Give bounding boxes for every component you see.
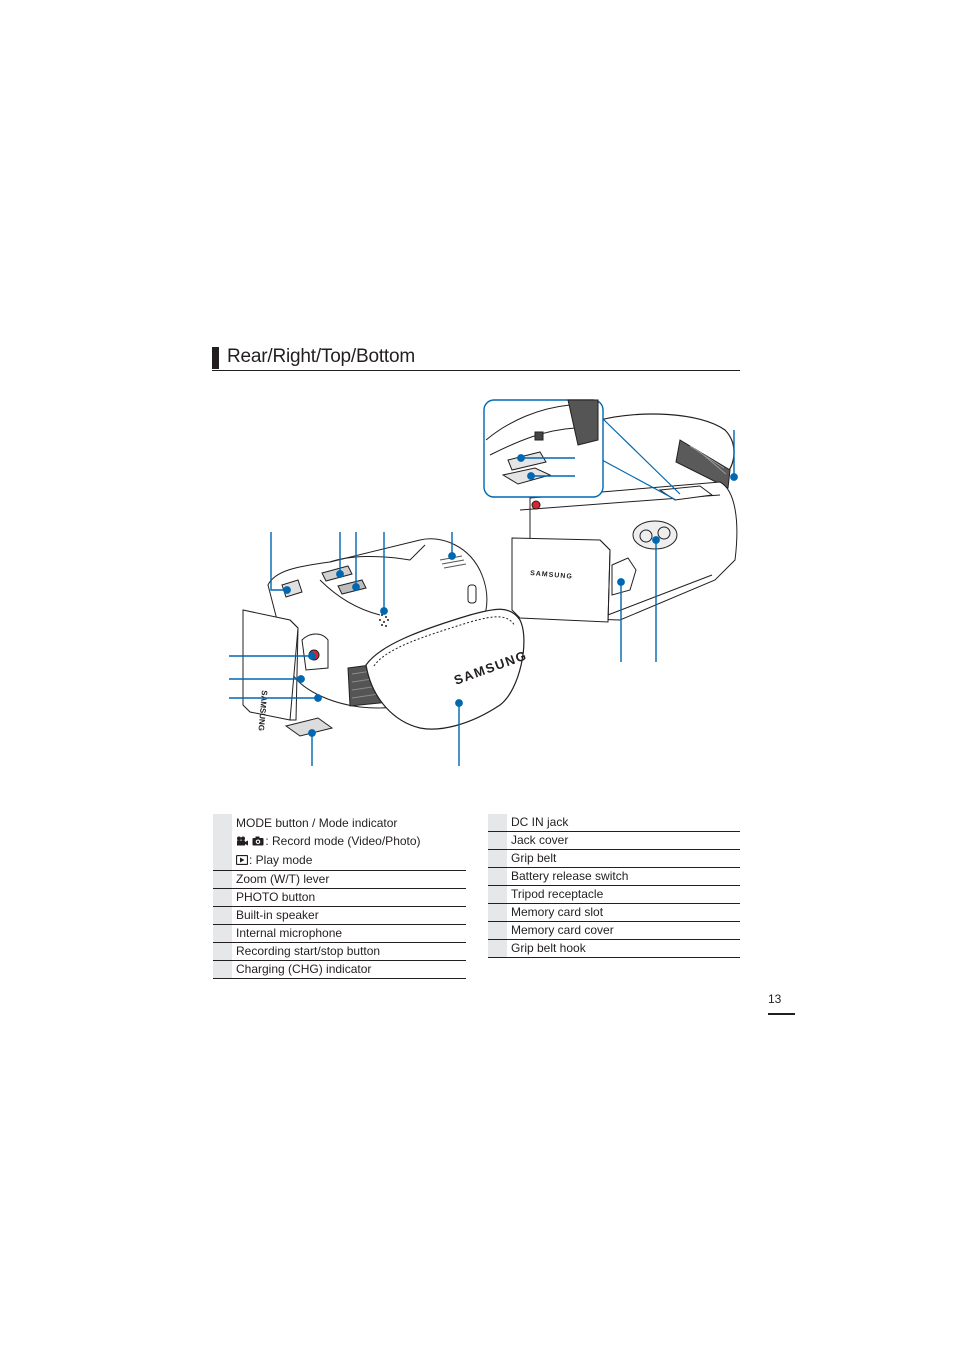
row-number	[213, 906, 232, 925]
row-label: Recording start/stop button	[236, 944, 381, 958]
table-row: PHOTO button	[213, 888, 466, 907]
table-row: Tripod receptacle	[488, 885, 740, 904]
row-number-blank	[213, 832, 232, 851]
row-number	[213, 888, 232, 907]
row-number	[488, 831, 507, 850]
inset-memory-card-detail	[483, 399, 681, 501]
table-row: Memory card cover	[488, 921, 740, 940]
row-label: Internal microphone	[236, 926, 343, 940]
page-number-rule	[768, 1013, 795, 1015]
right-battery-pack	[511, 537, 611, 623]
callout-jack-cover	[308, 729, 316, 766]
parts-table-left: MODE button / Mode indicator : Record mo…	[213, 814, 466, 979]
photo-camera-icon	[252, 833, 264, 851]
record-mode-text: : Record mode (Video/Photo)	[265, 834, 421, 848]
table-row: Battery release switch	[488, 867, 740, 886]
row-label: Charging (CHG) indicator	[236, 962, 372, 976]
table-row: Memory card slot	[488, 903, 740, 922]
video-camera-icon	[236, 833, 248, 851]
left-battery-pack	[242, 609, 299, 721]
page-number: 13	[768, 992, 782, 1006]
row-number	[488, 921, 507, 940]
table-row: MODE button / Mode indicator	[213, 814, 466, 832]
row-number	[213, 870, 232, 889]
row-label: Jack cover	[511, 833, 569, 847]
table-row: Internal microphone	[213, 924, 466, 943]
table-row: Built-in speaker	[213, 906, 466, 925]
row-number	[488, 849, 507, 868]
row-label: Built-in speaker	[236, 908, 319, 922]
row-label: MODE button / Mode indicator	[236, 816, 398, 830]
table-row-subline: : Record mode (Video/Photo)	[213, 832, 466, 851]
table-row: Zoom (W/T) lever	[213, 870, 466, 889]
row-number	[213, 960, 232, 979]
row-number	[488, 814, 507, 832]
row-number	[213, 942, 232, 961]
row-number	[213, 814, 232, 832]
table-row-subline: : Play mode	[213, 851, 466, 871]
row-number	[488, 903, 507, 922]
row-label: Memory card slot	[511, 905, 604, 919]
row-number	[488, 885, 507, 904]
row-number-blank	[213, 851, 232, 871]
camcorder-illustration: SAMSUNG SAMSUNG SAMSUNG	[229, 399, 738, 766]
row-label: Grip belt hook	[511, 941, 586, 955]
parts-table-right: DC IN jack Jack cover Grip belt Battery …	[488, 814, 740, 958]
callout-grip-belt-hook	[730, 430, 738, 481]
play-mode-text: : Play mode	[249, 853, 313, 867]
row-sublabel: : Record mode (Video/Photo)	[232, 832, 466, 851]
row-label: Memory card cover	[511, 923, 614, 937]
table-row: Grip belt	[488, 849, 740, 868]
row-label: DC IN jack	[511, 815, 569, 829]
row-label: Tripod receptacle	[511, 887, 604, 901]
table-row: DC IN jack	[488, 814, 740, 832]
row-label: PHOTO button	[236, 890, 316, 904]
play-mode-icon	[235, 852, 249, 870]
table-row: Charging (CHG) indicator	[213, 960, 466, 979]
row-number	[488, 939, 507, 958]
row-number	[488, 867, 507, 886]
row-label: Grip belt	[511, 851, 557, 865]
left-camcorder-drawing: SAMSUNG SAMSUNG	[242, 538, 529, 737]
table-row: Recording start/stop button	[213, 942, 466, 961]
table-row: Grip belt hook	[488, 939, 740, 958]
row-number	[213, 924, 232, 943]
row-label: Zoom (W/T) lever	[236, 872, 330, 886]
row-sublabel: : Play mode	[232, 851, 466, 871]
table-row: Jack cover	[488, 831, 740, 850]
row-label: Battery release switch	[511, 869, 629, 883]
